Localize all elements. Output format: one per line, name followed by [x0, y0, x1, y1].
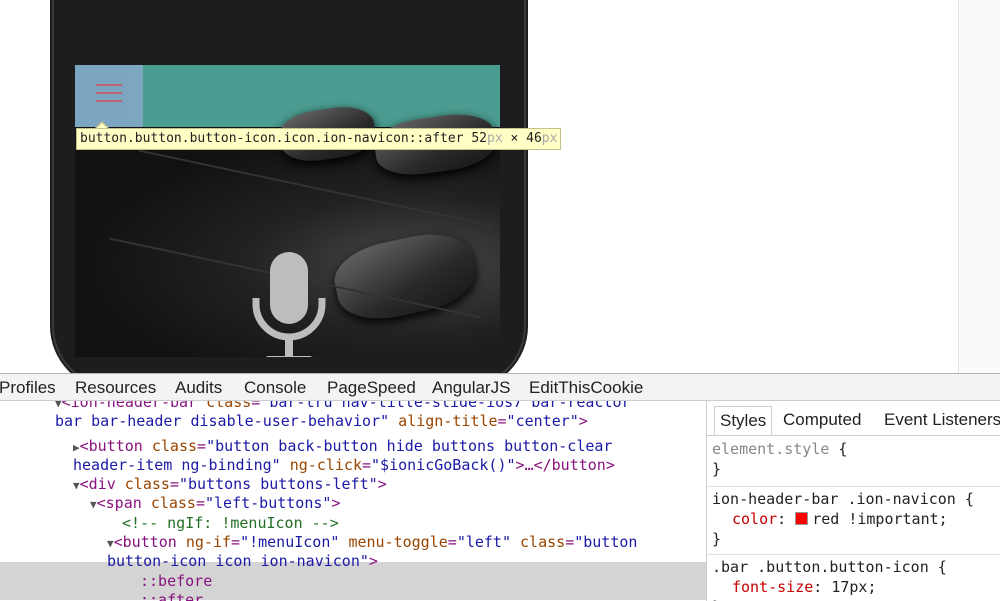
- rule-brace: {: [829, 440, 848, 458]
- expand-triangle-icon[interactable]: ▼: [55, 401, 62, 410]
- expand-triangle-icon[interactable]: ▼: [90, 498, 97, 511]
- rule-brace: }: [712, 460, 722, 478]
- closing-tag: …</button>: [524, 456, 615, 474]
- tag-name: div: [88, 475, 116, 493]
- dom-node-continuation[interactable]: bar bar-header disable-user-behavior" al…: [55, 412, 588, 431]
- attr-name: class: [206, 401, 252, 411]
- rule-brace: {: [955, 490, 974, 508]
- tab-audits[interactable]: Audits: [175, 378, 222, 398]
- tab-computed[interactable]: Computed: [778, 406, 866, 435]
- tab-pagespeed[interactable]: PageSpeed: [327, 378, 416, 398]
- attr-value: "$ionicGoBack()": [371, 456, 516, 474]
- rule-brace: {: [928, 558, 947, 576]
- attr-value: "button back-button hide buttons button-…: [206, 437, 613, 455]
- tooltip-unit: px: [487, 131, 503, 146]
- menu-icon-line: [96, 92, 122, 94]
- attr-value: "button: [574, 533, 638, 551]
- tab-editthiscookie[interactable]: EditThisCookie: [529, 378, 643, 398]
- tooltip-times: ×: [510, 131, 519, 146]
- color-swatch-icon[interactable]: [795, 512, 809, 525]
- tab-console[interactable]: Console: [244, 378, 306, 398]
- attr-name: ng-if: [185, 533, 232, 551]
- attr-name: menu-toggle: [348, 533, 448, 551]
- mixer-background: [75, 102, 500, 357]
- rule-selector: ion-header-bar .ion-navicon: [712, 490, 956, 508]
- attr-name: ng-click: [289, 456, 362, 474]
- tooltip-selector: button.button.button-icon.icon.ion-navic…: [80, 131, 464, 146]
- attr-value: header-item ng-binding": [73, 456, 281, 474]
- navicon-button[interactable]: [75, 65, 143, 127]
- dom-node-continuation[interactable]: header-item ng-binding" ng-click="$ionic…: [73, 456, 615, 475]
- pseudo-element: ::before: [140, 572, 213, 590]
- attr-value: "center": [506, 412, 579, 430]
- dom-node-div-buttons[interactable]: ▼<div class="buttons buttons-left">: [73, 475, 387, 494]
- tab-styles[interactable]: Styles: [714, 406, 773, 435]
- rule-brace: }: [712, 530, 722, 548]
- dom-node-before[interactable]: ::before: [140, 572, 212, 591]
- attr-value: "left": [456, 533, 511, 551]
- devtools-panel: Profiles Resources Audits Console PageSp…: [0, 373, 1000, 601]
- expand-triangle-icon[interactable]: ▼: [73, 479, 80, 492]
- attr-value: "!menuIcon": [240, 533, 340, 551]
- tab-angularjs[interactable]: AngularJS: [432, 378, 510, 398]
- style-rule-navicon[interactable]: ion-header-bar .ion-navicon { color: red…: [707, 489, 1000, 555]
- tag-name: button: [88, 437, 143, 455]
- dom-node-continuation[interactable]: button-icon icon ion-navicon">: [107, 552, 378, 571]
- rule-brace: }: [712, 597, 1000, 601]
- tag-name: span: [105, 494, 142, 512]
- attr-name: class: [520, 533, 566, 551]
- css-value[interactable]: red !important;: [812, 510, 947, 528]
- tooltip-unit: px: [541, 131, 558, 146]
- dom-node-back-button[interactable]: ▶<button class="button back-button hide …: [73, 437, 612, 456]
- comment-text: <!-- ngIf: !menuIcon -->: [122, 514, 339, 532]
- microphone-icon: [252, 252, 326, 357]
- attr-value: button-icon icon ion-navicon": [107, 552, 369, 570]
- attr-value: bar bar-header disable-user-behavior": [55, 412, 390, 430]
- rule-selector: element.style: [712, 440, 830, 458]
- css-value[interactable]: 17px;: [831, 578, 876, 596]
- attr-value: "bar-tru nav-title-slide-ios7 bar-reacto…: [260, 401, 631, 411]
- css-property[interactable]: font-size: [732, 578, 813, 596]
- tab-event-listeners[interactable]: Event Listeners: [879, 406, 1000, 435]
- style-rule-button-icon[interactable]: .bar .button.button-icon { font-size: 17…: [707, 557, 1000, 601]
- tag-name: ion-header-bar: [70, 401, 198, 411]
- collapse-triangle-icon[interactable]: ▶: [73, 441, 80, 454]
- attr-name: class: [150, 494, 196, 512]
- dom-node-after[interactable]: ::after: [140, 591, 203, 601]
- attr-name: class: [151, 437, 198, 455]
- dom-node-comment[interactable]: <!-- ngIf: !menuIcon -->: [122, 514, 339, 533]
- dom-node-navicon-button[interactable]: ▼<button ng-if="!menuIcon" menu-toggle="…: [107, 533, 637, 552]
- elements-tree[interactable]: ▼<ion-header-bar class="bar-tru nav-titl…: [0, 401, 706, 601]
- devtools-tabbar: Profiles Resources Audits Console PageSp…: [0, 373, 1000, 401]
- styles-pane: Styles Computed Event Listeners element.…: [707, 401, 1000, 601]
- expand-triangle-icon[interactable]: ▼: [107, 537, 114, 550]
- attr-name: align-title: [398, 412, 498, 430]
- tab-profiles[interactable]: Profiles: [0, 378, 56, 398]
- menu-icon-line: [96, 100, 122, 102]
- inspector-tooltip: button.button.button-icon.icon.ion-navic…: [76, 128, 562, 150]
- page-gutter: [958, 0, 1000, 373]
- tag-name: button: [122, 533, 177, 551]
- tab-resources[interactable]: Resources: [75, 378, 156, 398]
- attr-value: "left-buttons": [205, 494, 332, 512]
- tooltip-width: 52: [471, 131, 487, 146]
- app-screen: [75, 65, 500, 357]
- css-property[interactable]: color: [732, 510, 777, 528]
- style-rule-element[interactable]: element.style { }: [707, 439, 1000, 487]
- dom-node-ion-header-bar[interactable]: ▼<ion-header-bar class="bar-tru nav-titl…: [55, 401, 631, 412]
- tooltip-height: 46: [526, 131, 542, 146]
- dom-node-span-left-buttons[interactable]: ▼<span class="left-buttons">: [90, 494, 340, 513]
- attr-name: class: [124, 475, 170, 493]
- attr-value: "buttons buttons-left": [178, 475, 378, 493]
- menu-icon: [96, 84, 122, 86]
- pseudo-element: ::after: [140, 591, 204, 601]
- rule-selector: .bar .button.button-icon: [712, 558, 929, 576]
